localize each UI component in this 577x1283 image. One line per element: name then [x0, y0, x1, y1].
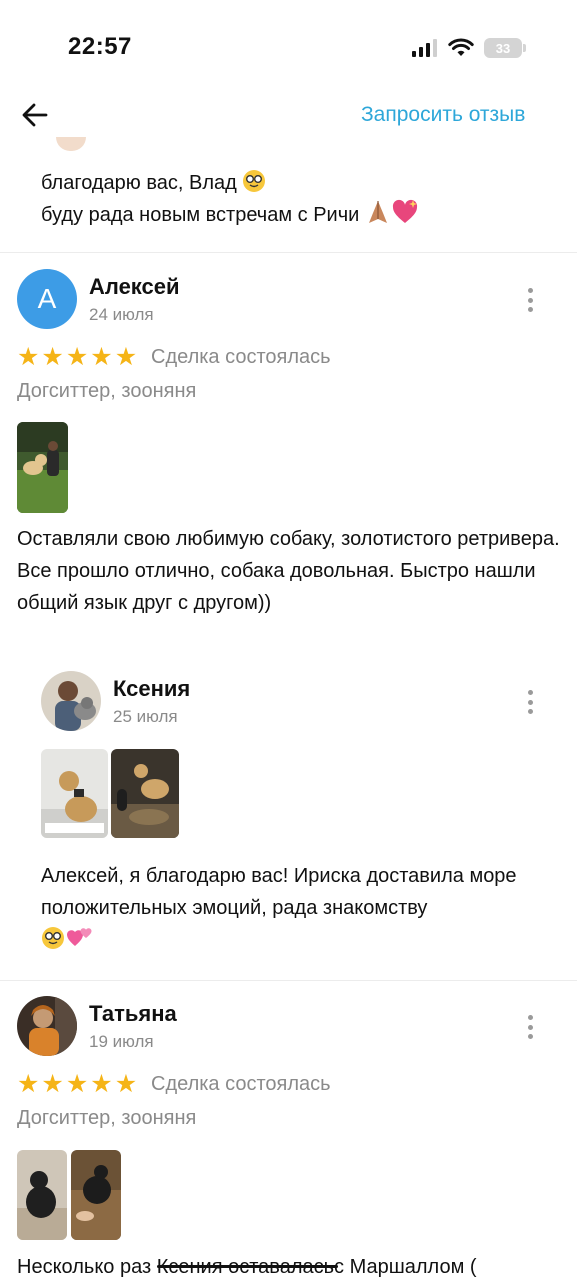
review-photo[interactable]	[17, 1150, 67, 1240]
reply-author[interactable]: Ксения	[113, 676, 190, 702]
status-time: 22:57	[68, 33, 132, 60]
more-options-icon[interactable]	[527, 288, 533, 312]
divider	[0, 980, 577, 981]
folded-hands-emoji-icon	[368, 201, 387, 223]
avatar[interactable]: А	[17, 269, 77, 329]
nerd-face-emoji-icon	[243, 170, 266, 192]
star-icon: ★	[65, 1070, 89, 1098]
star-icon: ★	[17, 1070, 40, 1098]
deal-status: Сделка состоялась	[151, 1073, 331, 1095]
top-reply-line1: благодарю вас, Влад	[41, 172, 237, 194]
service-type: Догситтер, зооняня	[17, 1107, 197, 1129]
reply-photo[interactable]	[111, 749, 179, 838]
battery-icon: 33	[484, 38, 522, 58]
reply-avatar[interactable]	[41, 671, 101, 731]
review-text: Оставляли свою любимую собаку, золотисто…	[17, 528, 560, 614]
star-icon: ★	[90, 1070, 113, 1098]
top-reply-text: благодарю вас, Влад буду рада новым встр…	[41, 167, 419, 231]
partial-avatar-edge	[56, 137, 86, 151]
strikethrough-scribble	[156, 1265, 339, 1268]
star-icon: ★	[114, 343, 138, 371]
review-text-struck: Ксения оставалась	[156, 1251, 339, 1283]
more-options-icon[interactable]	[527, 1015, 533, 1039]
divider	[0, 252, 577, 253]
review-date: 19 июля	[89, 1032, 154, 1051]
nerd-face-emoji-icon	[42, 927, 64, 949]
sparkling-heart-emoji-icon	[392, 199, 417, 223]
service-type: Догситтер, зооняня	[17, 380, 197, 402]
review-photo[interactable]	[71, 1150, 121, 1240]
star-icon: ★	[17, 343, 40, 371]
star-icon: ★	[41, 343, 64, 371]
review-photo[interactable]	[17, 422, 68, 513]
battery-tip	[523, 44, 526, 52]
cellular-signal-icon	[412, 39, 437, 57]
rating-stars: ★ ★ ★ ★ ★	[17, 345, 137, 370]
avatar[interactable]	[17, 996, 77, 1056]
deal-status: Сделка состоялась	[151, 346, 331, 368]
star-icon: ★	[41, 1070, 64, 1098]
reply-more-options-icon[interactable]	[527, 690, 533, 714]
request-review-button[interactable]: Запросить отзыв	[361, 103, 525, 127]
top-reply-line2: буду рада новым встречам с Ричи	[41, 204, 360, 226]
status-icons: 33	[412, 36, 526, 60]
reply-photo[interactable]	[41, 749, 108, 838]
review-author[interactable]: Татьяна	[89, 1001, 177, 1027]
reply-text: Алексей, я благодарю вас! Ириска достави…	[41, 860, 566, 956]
star-icon: ★	[114, 1070, 138, 1098]
star-icon: ★	[90, 343, 113, 371]
review-text-start: Несколько раз	[17, 1256, 152, 1278]
review-date: 24 июля	[89, 305, 154, 324]
back-arrow-icon[interactable]	[20, 100, 50, 130]
rating-stars: ★ ★ ★ ★ ★	[17, 1072, 137, 1097]
reply-date: 25 июля	[113, 707, 178, 726]
wifi-icon	[448, 38, 474, 56]
review-author[interactable]: Алексей	[89, 274, 180, 300]
avatar-letter: А	[37, 283, 57, 314]
reply-text-content: Алексей, я благодарю вас! Ириска достави…	[41, 865, 517, 919]
star-icon: ★	[65, 343, 89, 371]
two-hearts-emoji-icon	[67, 928, 92, 946]
review-text-end: с Маршаллом (	[334, 1256, 477, 1278]
review-text: Несколько раз Ксения оставалась с Маршал…	[17, 1251, 577, 1283]
